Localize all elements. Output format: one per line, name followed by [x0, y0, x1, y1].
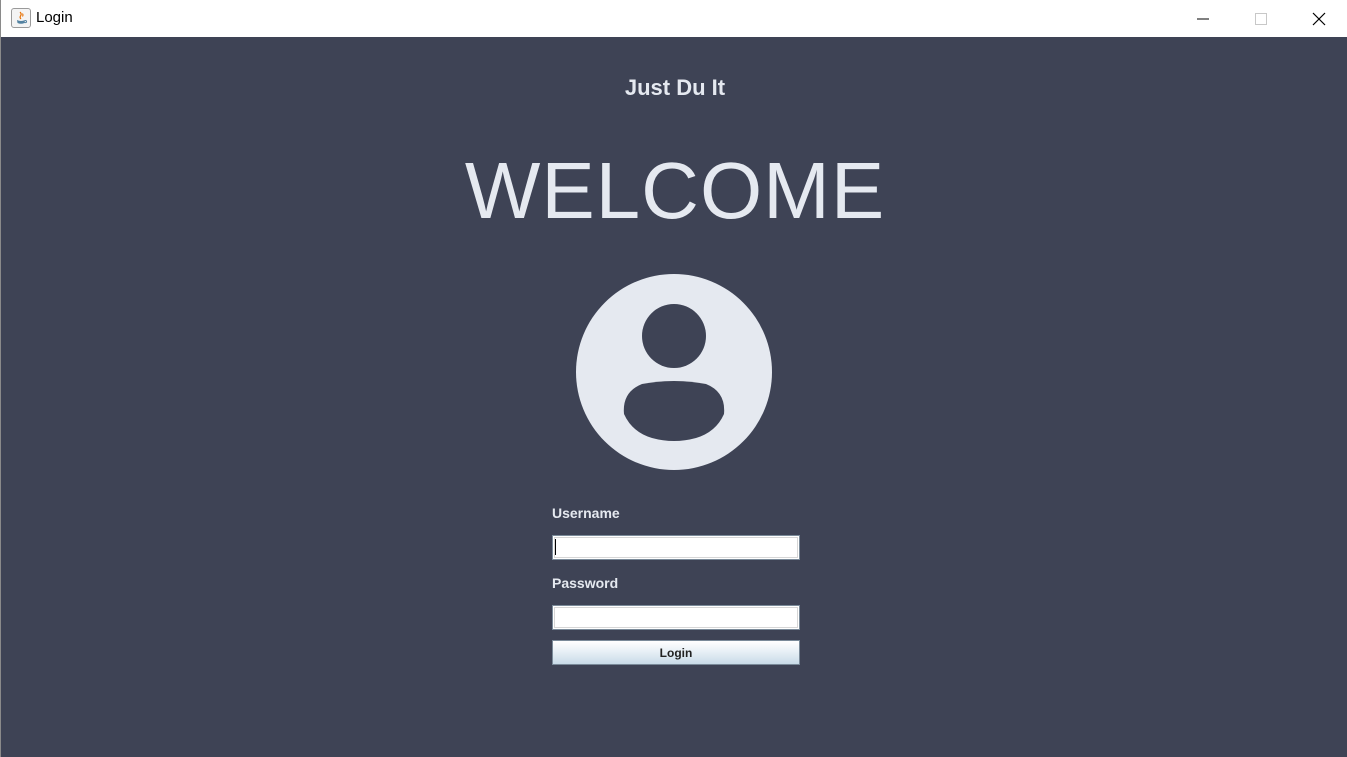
- maximize-button[interactable]: [1232, 0, 1290, 37]
- window-title: Login: [36, 9, 73, 26]
- login-panel: Just Du It WELCOME Username Password Log…: [2, 37, 1347, 757]
- username-label: Username: [552, 505, 620, 521]
- java-app-icon: [11, 8, 31, 28]
- close-icon: [1312, 12, 1326, 25]
- maximize-icon: [1255, 12, 1267, 25]
- username-input[interactable]: [552, 535, 800, 560]
- title-bar[interactable]: Login: [1, 0, 1347, 37]
- password-input[interactable]: [552, 605, 800, 630]
- minimize-button[interactable]: [1174, 0, 1232, 37]
- text-caret: [555, 539, 556, 555]
- password-label: Password: [552, 575, 619, 591]
- minimize-icon: [1197, 18, 1209, 19]
- close-button[interactable]: [1290, 0, 1347, 37]
- login-window: Login Just Du It WELCOME Username Passwo…: [0, 0, 1347, 757]
- login-button[interactable]: Login: [552, 640, 800, 665]
- brand-title: Just Du It: [624, 75, 726, 100]
- user-avatar-icon: [576, 274, 772, 470]
- welcome-heading: WELCOME: [464, 146, 886, 235]
